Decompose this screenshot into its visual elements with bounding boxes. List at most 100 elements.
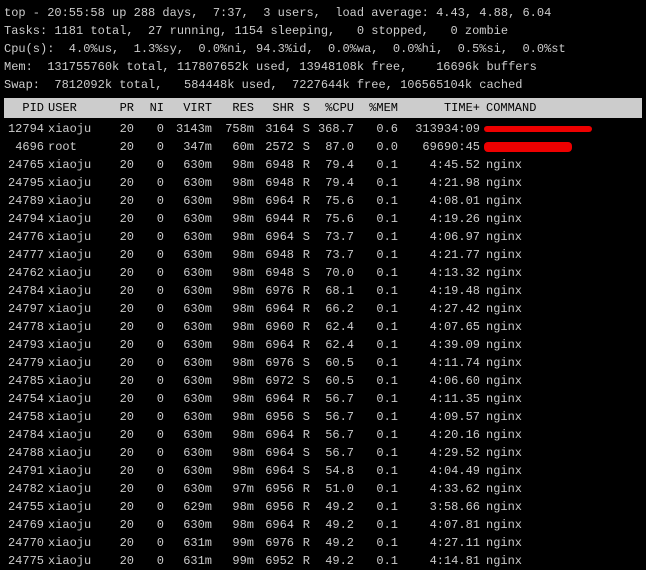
cell-cpu: 75.6 [310,210,354,228]
cell-virt: 630m [164,282,212,300]
top-summary: top - 20:55:58 up 288 days, 7:37, 3 user… [4,4,642,94]
cell-ni: 0 [134,462,164,480]
cell-time: 69690:45 [398,138,480,156]
cell-res: 98m [212,426,254,444]
cell-ni: 0 [134,174,164,192]
cell-cpu: 54.8 [310,462,354,480]
cell-command: nginx [480,444,642,462]
col-header-pid: PID [4,99,48,117]
cell-s: R [294,516,310,534]
cell-mem: 0.1 [354,390,398,408]
cell-time: 4:27.42 [398,300,480,318]
cell-time: 4:19.48 [398,282,480,300]
cell-mem: 0.1 [354,444,398,462]
cell-user: xiaoju [48,336,104,354]
cell-time: 4:04.49 [398,462,480,480]
cell-pid: 12794 [4,120,48,138]
cell-res: 98m [212,336,254,354]
cell-ni: 0 [134,120,164,138]
process-row: 24789xiaoju200630m98m6964R75.60.14:08.01… [4,192,642,210]
cell-pid: 24788 [4,444,48,462]
cell-time: 4:39.09 [398,336,480,354]
cell-pr: 20 [104,534,134,552]
cell-command: nginx [480,372,642,390]
cell-command: nginx [480,192,642,210]
cell-ni: 0 [134,516,164,534]
cell-pr: 20 [104,552,134,570]
cell-s: R [294,552,310,570]
col-header-shr: SHR [254,99,294,117]
cell-virt: 347m [164,138,212,156]
cell-s: R [294,318,310,336]
cell-time: 4:20.16 [398,426,480,444]
cell-mem: 0.1 [354,462,398,480]
cell-res: 98m [212,264,254,282]
cell-virt: 630m [164,318,212,336]
cell-user: xiaoju [48,354,104,372]
cell-pid: 24775 [4,552,48,570]
cell-s: R [294,534,310,552]
cell-command: nginx [480,426,642,444]
cell-user: root [48,138,104,156]
summary-uptime: top - 20:55:58 up 288 days, 7:37, 3 user… [4,4,642,22]
cell-user: xiaoju [48,246,104,264]
cell-user: xiaoju [48,174,104,192]
process-row: 24782xiaoju200630m97m6956R51.00.14:33.62… [4,480,642,498]
cell-pid: 24778 [4,318,48,336]
cell-command: nginx [480,156,642,174]
cell-res: 98m [212,228,254,246]
cell-time: 4:07.81 [398,516,480,534]
cell-time: 4:09.57 [398,408,480,426]
cell-cpu: 73.7 [310,246,354,264]
cell-s: R [294,210,310,228]
cell-cpu: 68.1 [310,282,354,300]
cell-time: 4:07.65 [398,318,480,336]
cell-time: 4:08.01 [398,192,480,210]
process-row: 24791xiaoju200630m98m6964S54.80.14:04.49… [4,462,642,480]
cell-shr: 6964 [254,516,294,534]
cell-user: xiaoju [48,408,104,426]
cell-user: xiaoju [48,264,104,282]
cell-mem: 0.1 [354,318,398,336]
cell-command: nginx [480,336,642,354]
cell-pid: 24793 [4,336,48,354]
process-row: 24794xiaoju200630m98m6944R75.60.14:19.26… [4,210,642,228]
cell-time: 4:21.77 [398,246,480,264]
cell-pr: 20 [104,174,134,192]
cell-shr: 6964 [254,300,294,318]
cell-pr: 20 [104,282,134,300]
cell-virt: 630m [164,336,212,354]
cell-mem: 0.1 [354,372,398,390]
cell-cpu: 75.6 [310,192,354,210]
cell-user: xiaoju [48,534,104,552]
cell-cpu: 62.4 [310,318,354,336]
cell-virt: 631m [164,534,212,552]
col-header-virt: VIRT [164,99,212,117]
cell-res: 98m [212,282,254,300]
cell-s: R [294,390,310,408]
cell-shr: 6948 [254,156,294,174]
cell-s: R [294,498,310,516]
process-row: 24785xiaoju200630m98m6972S60.50.14:06.60… [4,372,642,390]
cell-user: xiaoju [48,192,104,210]
cell-command: nginx [480,534,642,552]
summary-cpu: Cpu(s): 4.0%us, 1.3%sy, 0.0%ni, 94.3%id,… [4,40,642,58]
cell-virt: 630m [164,300,212,318]
cell-shr: 6976 [254,534,294,552]
cell-res: 758m [212,120,254,138]
col-header-pr: PR [104,99,134,117]
cell-user: xiaoju [48,372,104,390]
cell-s: R [294,174,310,192]
cell-ni: 0 [134,372,164,390]
cell-ni: 0 [134,480,164,498]
cell-pr: 20 [104,390,134,408]
cell-time: 4:06.97 [398,228,480,246]
cell-user: xiaoju [48,156,104,174]
cell-command: nginx [480,408,642,426]
cell-s: S [294,372,310,390]
cell-user: xiaoju [48,426,104,444]
cell-cpu: 60.5 [310,372,354,390]
cell-command: nginx [480,246,642,264]
cell-time: 4:33.62 [398,480,480,498]
cell-pr: 20 [104,192,134,210]
